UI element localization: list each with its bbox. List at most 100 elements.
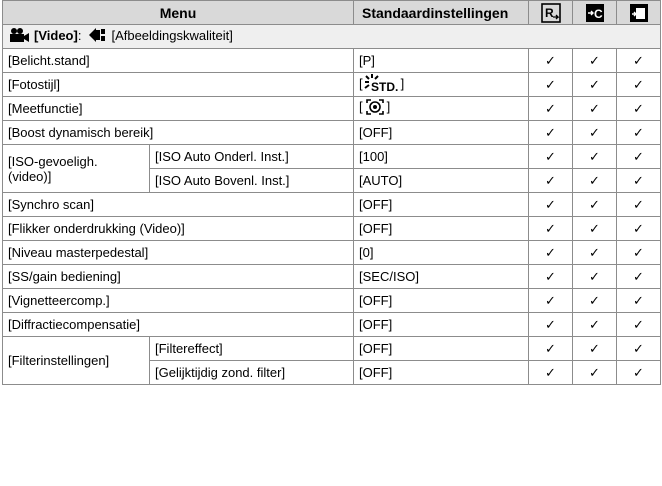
setting-group-name: [ISO-gevoeligh. (video)] [2,144,150,193]
reset-icon: R [540,2,561,23]
setting-name: [Niveau masterpedestal] [2,240,354,265]
default-value: [100] [353,144,529,169]
copy-check: ✓ [572,48,617,73]
reset-check: ✓ [528,288,573,313]
bracket-open: [ [359,99,363,114]
copy-check: ✓ [572,144,617,169]
setting-name: [Synchro scan] [2,192,354,217]
default-value: [OFF] [353,360,529,385]
svg-text:R: R [545,6,554,20]
multi-metering-icon [364,98,386,119]
table-row: [Filterinstellingen] [Filtereffect] [OFF… [2,336,661,385]
custom-check: ✓ [616,264,661,289]
copy-check: ✓ [572,72,617,97]
setting-name: [Fotostijl] [2,72,354,97]
custom-check: ✓ [616,216,661,241]
section-header-row: [Video]: [Afbeeldingskwaliteit] [2,24,661,49]
copy-check: ✓ [572,120,617,145]
image-quality-label: [Afbeeldingskwaliteit] [111,28,233,43]
setting-name: [ISO Auto Onderl. Inst.] [149,144,354,169]
setting-name: [Vignetteercomp.] [2,288,354,313]
header-row: Menu Standaardinstellingen R C [2,0,661,25]
copy-check: ✓ [572,312,617,337]
default-value: [0] [353,240,529,265]
table-row: [Diffractiecompensatie] [OFF] ✓ ✓ ✓ [2,312,661,337]
copy-check: ✓ [572,264,617,289]
default-value: [ ] [353,96,529,121]
custom-mode-icon [629,3,649,23]
reset-check: ✓ [528,216,573,241]
default-value: [OFF] [353,216,529,241]
default-value: [ STD. ] [353,72,529,97]
menu-column-header: Menu [2,0,354,25]
custom-check: ✓ [616,168,661,193]
video-menu-label: [Video] [34,28,78,43]
table-row: [Belicht.stand] [P] ✓ ✓ ✓ [2,48,661,73]
custom-check: ✓ [616,48,661,73]
reset-check: ✓ [528,168,573,193]
custom-check: ✓ [616,72,661,97]
custom-check: ✓ [616,336,661,361]
default-value: [OFF] [353,192,529,217]
custom-check: ✓ [616,96,661,121]
table-row: [Vignetteercomp.] [OFF] ✓ ✓ ✓ [2,288,661,313]
setting-name: [ISO Auto Bovenl. Inst.] [149,168,354,193]
table-row: [Fotostijl] [ STD. ] ✓ ✓ ✓ [2,72,661,97]
reset-check: ✓ [528,48,573,73]
default-value: [OFF] [353,120,529,145]
copy-settings-icon: C [585,3,605,23]
image-quality-icon [87,26,107,47]
svg-text:C: C [594,7,603,21]
custom-mode-column-header [616,0,661,25]
reset-check: ✓ [528,312,573,337]
reset-column-header: R [528,0,573,25]
table-row: [Niveau masterpedestal] [0] ✓ ✓ ✓ [2,240,661,265]
copy-check: ✓ [572,96,617,121]
standard-settings-column-header: Standaardinstellingen [353,0,529,25]
reset-check: ✓ [528,240,573,265]
default-value: [OFF] [353,288,529,313]
setting-name: [Boost dynamisch bereik] [2,120,354,145]
reset-check: ✓ [528,120,573,145]
copy-check: ✓ [572,240,617,265]
table-row: [Flikker onderdrukking (Video)] [OFF] ✓ … [2,216,661,241]
default-value: [OFF] [353,336,529,361]
custom-check: ✓ [616,144,661,169]
custom-check: ✓ [616,360,661,385]
section-separator: : [77,28,82,43]
reset-check: ✓ [528,336,573,361]
default-value: [AUTO] [353,168,529,193]
copy-check: ✓ [572,168,617,193]
bracket-close: ] [400,76,405,91]
reset-check: ✓ [528,192,573,217]
copy-check: ✓ [572,288,617,313]
standard-photostyle-icon: STD. [364,73,400,96]
bracket-open: [ [359,76,363,91]
custom-check: ✓ [616,240,661,265]
default-value: [SEC/ISO] [353,264,529,289]
table-row: [Meetfunctie] [ ] ✓ ✓ ✓ [2,96,661,121]
copy-check: ✓ [572,192,617,217]
section-header-cell: [Video]: [Afbeeldingskwaliteit] [2,24,661,49]
table-row: [SS/gain bediening] [SEC/ISO] ✓ ✓ ✓ [2,264,661,289]
setting-name: [Flikker onderdrukking (Video)] [2,216,354,241]
reset-check: ✓ [528,144,573,169]
table-row: [Synchro scan] [OFF] ✓ ✓ ✓ [2,192,661,217]
setting-name: [Belicht.stand] [2,48,354,73]
copy-check: ✓ [572,216,617,241]
reset-check: ✓ [528,96,573,121]
video-camera-icon [8,27,30,46]
copy-settings-column-header: C [572,0,617,25]
custom-check: ✓ [616,288,661,313]
default-value: [OFF] [353,312,529,337]
default-value: [P] [353,48,529,73]
copy-check: ✓ [572,360,617,385]
setting-group-name: [Filterinstellingen] [2,336,150,385]
table-row: [ISO-gevoeligh. (video)] [ISO Auto Onder… [2,144,661,193]
setting-name: [Diffractiecompensatie] [2,312,354,337]
reset-check: ✓ [528,264,573,289]
reset-check: ✓ [528,360,573,385]
settings-table: Menu Standaardinstellingen R C [Video]: … [2,0,661,385]
setting-name: [SS/gain bediening] [2,264,354,289]
copy-check: ✓ [572,336,617,361]
